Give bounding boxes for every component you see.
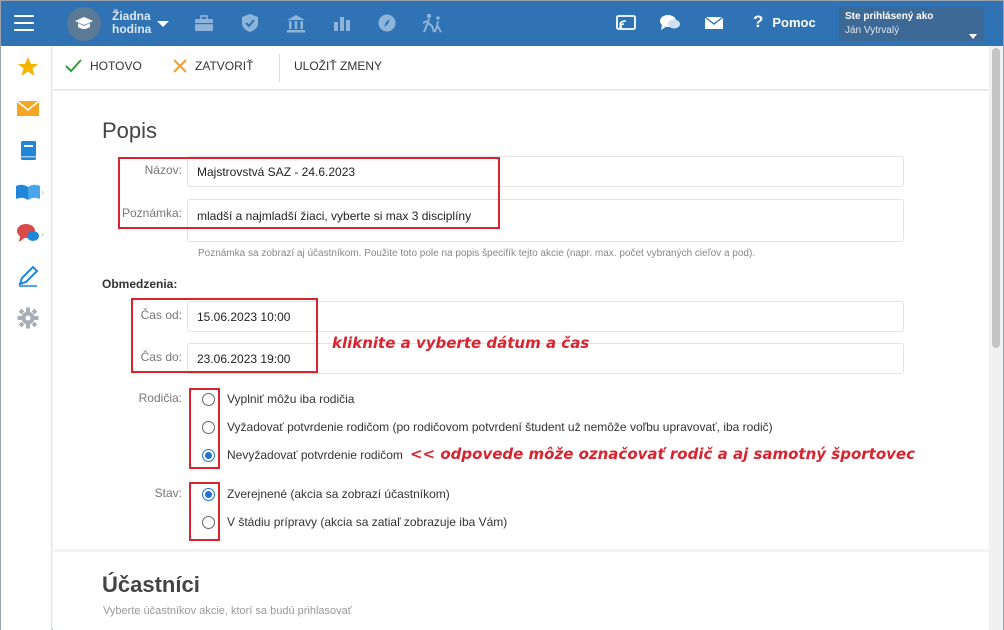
close-icon: [173, 59, 187, 73]
action-toolbar: HOTOVO ZATVORIŤ ULOŽIŤ ZMENY: [53, 46, 989, 90]
annotation-time-hint: kliknite a vyberte dátum a čas: [332, 334, 590, 352]
parent-option-label: Nevyžadovať potvrdenie rodičom: [227, 448, 403, 462]
pen-icon[interactable]: [15, 263, 41, 289]
state-option-published[interactable]: Zverejnené (akcia sa zobrazí účastníkom): [202, 487, 450, 501]
people-walking-icon[interactable]: [422, 12, 444, 34]
save-label: ULOŽIŤ ZMENY: [294, 59, 383, 73]
open-book-icon[interactable]: [15, 179, 41, 205]
state-option-label: Zverejnené (akcia sa zobrazí účastníkom): [227, 487, 450, 501]
parent-option-no-confirmation[interactable]: Nevyžadovať potvrdenie rodičom: [202, 448, 403, 462]
parent-option-label: Vyžadovať potvrdenie rodičom (po rodičov…: [227, 420, 773, 434]
chevron-right-icon: ›: [41, 187, 44, 197]
state-option-label: V štádiu prípravy (akcia sa zatiaľ zobra…: [227, 515, 508, 529]
notebook-icon[interactable]: [15, 137, 41, 163]
top-bar: Žiadna hodina ? Pomoc Ste prihlásený ako…: [1, 1, 1003, 46]
radio-parents-only[interactable]: [202, 392, 215, 406]
check-icon: [65, 59, 82, 73]
section-title-participants: Účastníci: [102, 572, 200, 597]
briefcase-icon[interactable]: [193, 12, 215, 34]
chevron-right-icon: ›: [41, 229, 44, 239]
sidebar: › ›: [1, 46, 52, 630]
restrictions-title: Obmedzenia:: [102, 277, 178, 291]
radio-published[interactable]: [202, 487, 215, 501]
done-button[interactable]: HOTOVO: [65, 59, 142, 73]
participants-subtitle: Vyberte účastníkov akcie, ktorí sa budú …: [103, 605, 352, 617]
help-icon: ?: [753, 12, 764, 31]
name-label: Názov:: [144, 163, 182, 177]
note-label: Poznámka:: [121, 206, 182, 220]
close-label: ZATVORIŤ: [195, 59, 254, 73]
close-button[interactable]: ZATVORIŤ: [173, 59, 253, 73]
note-textarea[interactable]: mladší a najmladší žiaci, vyberte si max…: [187, 199, 904, 242]
user-name: Ján Vytrvalý: [845, 25, 900, 36]
menu-icon[interactable]: [14, 15, 34, 31]
note-help-text: Poznámka sa zobrazí aj účastníkom. Použi…: [198, 248, 756, 259]
toolbar-divider: [279, 54, 280, 82]
parents-label: Rodičia:: [138, 391, 182, 405]
cast-icon[interactable]: [615, 12, 637, 34]
bar-chart-icon[interactable]: [331, 12, 353, 34]
scrollbar[interactable]: [989, 46, 1003, 630]
save-changes-button[interactable]: ULOŽIŤ ZMENY: [294, 59, 382, 73]
envelope-icon[interactable]: [15, 95, 41, 121]
user-menu[interactable]: Ste prihlásený ako Ján Vytrvalý: [839, 7, 984, 41]
user-label: Ste prihlásený ako: [845, 11, 934, 22]
bank-icon[interactable]: [285, 12, 307, 34]
mail-icon[interactable]: [703, 12, 725, 34]
graduation-cap-icon[interactable]: [67, 7, 101, 41]
chevron-down-icon: [969, 28, 977, 42]
star-icon[interactable]: [15, 53, 41, 79]
parent-option-label: Vyplniť môžu iba rodičia: [227, 392, 355, 406]
name-input[interactable]: Majstrovstvá SAZ - 24.6.2023: [187, 156, 904, 187]
chevron-down-icon[interactable]: [157, 17, 169, 31]
time-to-label: Čas do:: [140, 350, 182, 364]
school-selector[interactable]: Žiadna hodina: [112, 10, 151, 36]
time-from-label: Čas od:: [140, 308, 182, 322]
chat-icon[interactable]: [15, 221, 41, 247]
school-line2: hodina: [112, 22, 152, 36]
chat-bubbles-icon[interactable]: [659, 12, 681, 34]
annotation-parent-hint: << odpovede môže označovať rodič a aj sa…: [410, 445, 915, 463]
gear-icon[interactable]: [15, 305, 41, 331]
radio-require-confirmation[interactable]: [202, 420, 215, 434]
compass-icon[interactable]: [376, 12, 398, 34]
state-label: Stav:: [154, 486, 182, 500]
done-label: HOTOVO: [90, 59, 142, 73]
parent-option-require-confirmation[interactable]: Vyžadovať potvrdenie rodičom (po rodičov…: [202, 420, 773, 434]
time-from-input[interactable]: 15.06.2023 10:00: [187, 301, 904, 332]
state-option-draft[interactable]: V štádiu prípravy (akcia sa zatiaľ zobra…: [202, 515, 507, 529]
scrollbar-thumb[interactable]: [992, 48, 1000, 348]
parent-option-parents-only[interactable]: Vyplniť môžu iba rodičia: [202, 392, 354, 406]
help-button[interactable]: ? Pomoc: [753, 12, 816, 31]
radio-no-confirmation[interactable]: [202, 448, 215, 462]
shield-check-icon[interactable]: [239, 12, 261, 34]
radio-draft[interactable]: [202, 515, 215, 529]
section-title-description: Popis: [102, 118, 158, 143]
help-label: Pomoc: [772, 14, 816, 30]
